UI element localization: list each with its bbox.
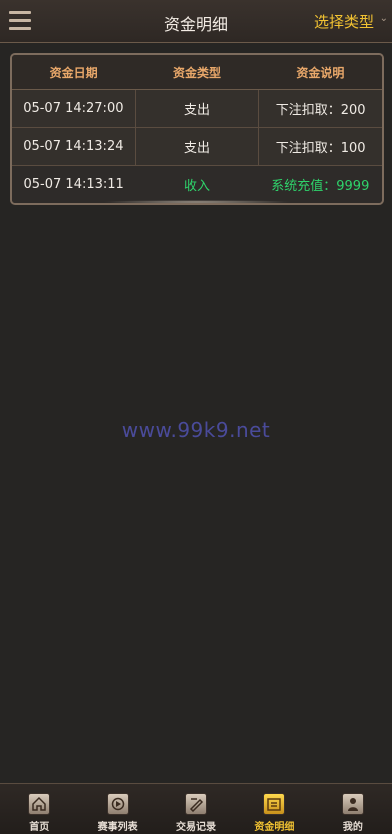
- cell-type: 支出: [134, 128, 259, 165]
- tab-label: 首页: [29, 822, 50, 833]
- chevron-down-icon: ⌄: [379, 13, 388, 24]
- home-icon: [28, 793, 51, 815]
- tab-home[interactable]: 首页: [0, 784, 78, 834]
- tab-label: 交易记录: [176, 822, 217, 833]
- watermark-text: www.99k9.net: [121, 418, 271, 442]
- event-list-icon: [106, 793, 129, 815]
- cell-date: 05-07 14:13:24: [23, 139, 124, 154]
- cell-date: 05-07 14:13:11: [23, 177, 124, 192]
- tab-event-list[interactable]: 赛事列表: [78, 784, 156, 834]
- funds-table: 资金日期 资金类型 资金说明 05-07 14:27:00 支出 下注扣取：20…: [10, 53, 384, 205]
- cell-desc: 系统充值：9999: [271, 179, 370, 194]
- cell-desc: 下注扣取：100: [258, 128, 382, 165]
- bottom-tab-bar: 首页 赛事列表 交易记录 资金明细 我的: [0, 783, 392, 834]
- table-row: 05-07 14:13:24 支出 下注扣取：100: [12, 128, 382, 166]
- cell-type: 收入: [183, 179, 210, 194]
- tab-label: 赛事列表: [97, 822, 138, 833]
- tab-mine[interactable]: 我的: [314, 784, 392, 834]
- cell-date: 05-07 14:27:00: [23, 101, 124, 116]
- funds-detail-icon: [263, 793, 286, 815]
- type-select-dropdown[interactable]: 选择类型 ⌄: [313, 11, 388, 32]
- column-header-date: 资金日期: [49, 65, 98, 80]
- cell-desc: 下注扣取：200: [258, 90, 382, 127]
- table-row: 05-07 14:27:00 支出 下注扣取：200: [12, 90, 382, 128]
- tab-label: 我的: [342, 822, 363, 833]
- tab-label: 资金明细: [254, 822, 295, 833]
- trade-record-icon: [185, 793, 208, 815]
- column-header-desc: 资金说明: [296, 65, 345, 80]
- tab-trade-record[interactable]: 交易记录: [157, 784, 235, 834]
- cell-type: 支出: [134, 90, 259, 127]
- top-bar: 资金明细 选择类型 ⌄: [0, 0, 392, 43]
- user-icon: [341, 793, 364, 815]
- table-header: 资金日期 资金类型 资金说明: [12, 55, 382, 90]
- type-select-label: 选择类型: [313, 13, 374, 31]
- tab-funds-detail[interactable]: 资金明细: [235, 784, 313, 834]
- table-row: 05-07 14:13:11 收入 系统充值：9999: [12, 166, 382, 203]
- column-header-type: 资金类型: [172, 65, 221, 80]
